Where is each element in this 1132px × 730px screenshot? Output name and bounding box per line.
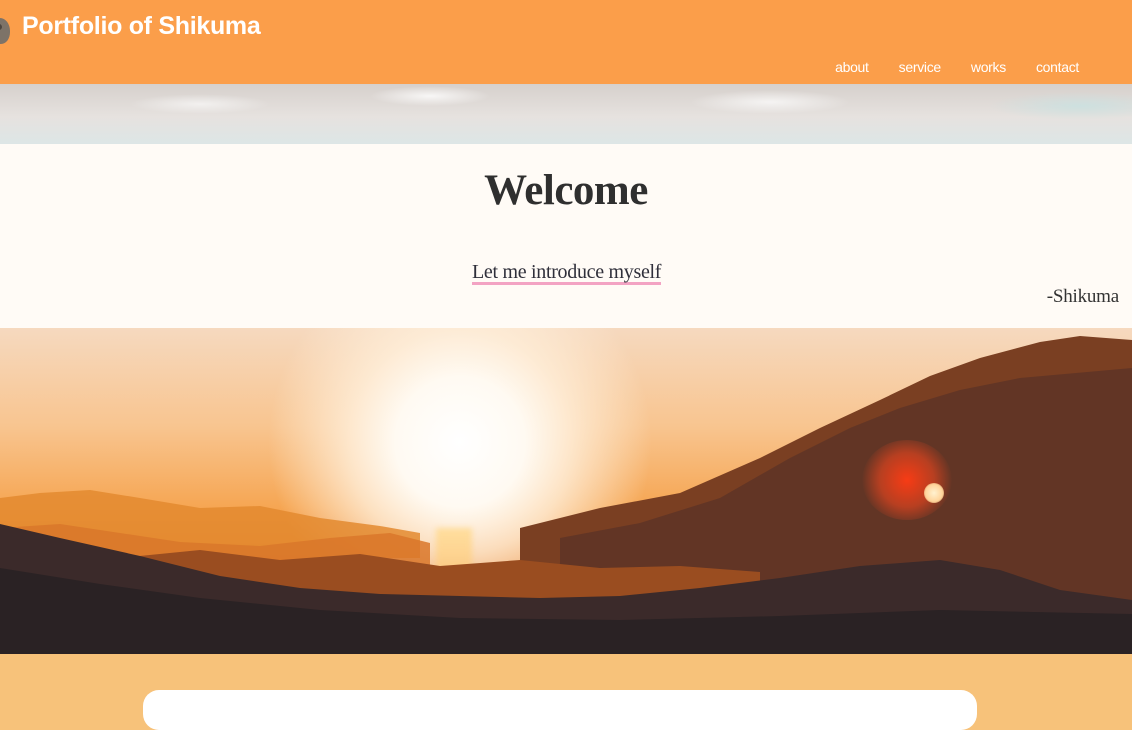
lens-flare-dot xyxy=(924,483,944,503)
nav-link-about[interactable]: about xyxy=(835,59,869,75)
main-nav: about service works contact xyxy=(835,59,1079,75)
nav-link-contact[interactable]: contact xyxy=(1036,59,1079,75)
content-card xyxy=(143,690,977,730)
signature-text: -Shikuma xyxy=(1046,286,1119,307)
site-header: Portfolio of Shikuma about service works… xyxy=(0,0,1132,84)
nav-link-works[interactable]: works xyxy=(971,59,1006,75)
lens-flare xyxy=(862,440,952,520)
mountain-silhouettes xyxy=(0,336,1132,654)
welcome-heading: Welcome xyxy=(484,167,648,214)
nav-link-service[interactable]: service xyxy=(899,59,942,75)
introduce-link[interactable]: Let me introduce myself xyxy=(472,262,661,285)
site-title[interactable]: Portfolio of Shikuma xyxy=(22,12,261,41)
hero-sky-image xyxy=(0,84,1132,144)
bear-icon[interactable] xyxy=(0,18,10,44)
hero-sunset-image xyxy=(0,328,1132,654)
